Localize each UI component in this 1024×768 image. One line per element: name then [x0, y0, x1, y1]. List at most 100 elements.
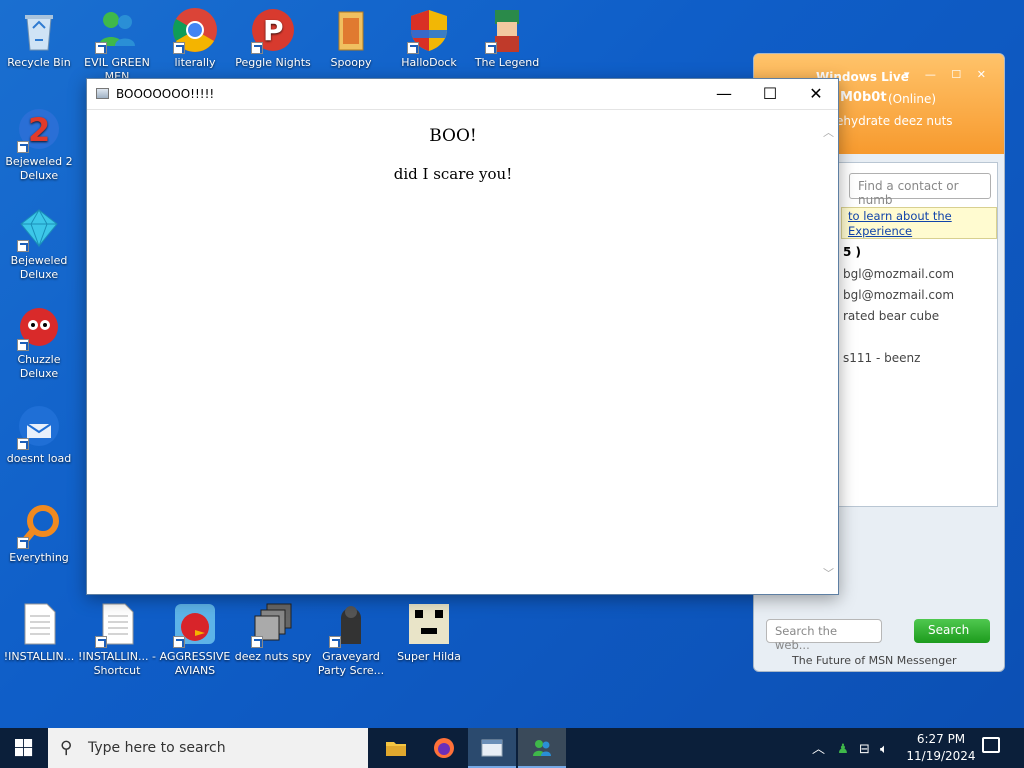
contact-item[interactable]: s111 - beenz [843, 351, 920, 365]
contact-group-header[interactable]: 5 ) [843, 245, 861, 259]
desktop-icon-peggle-nights[interactable]: P Peggle Nights [234, 6, 312, 70]
magnifier-icon [15, 501, 63, 549]
shortcut-arrow-icon [407, 42, 419, 54]
msn-people-icon [533, 740, 551, 756]
desktop-icon-everything[interactable]: Everything [0, 501, 78, 565]
contact-item[interactable]: rated bear cube [843, 309, 939, 323]
app-window-icon [481, 739, 503, 757]
text-file-icon [93, 600, 141, 648]
msn-status[interactable]: (Online) [888, 92, 936, 106]
desktop-icon-installing-shortcut[interactable]: !INSTALLIN... - Shortcut [78, 600, 156, 678]
web-search-input[interactable]: Search the web... [766, 619, 882, 652]
dialog-title: BOOOOOOO!!!!! [116, 87, 215, 101]
shortcut-arrow-icon [173, 636, 185, 648]
dialog-content: BOO! did I scare you! ︿ ﹀ [87, 110, 838, 594]
icon-label: Recycle Bin [7, 56, 71, 69]
msn-window-controls[interactable]: ▾ — ☐ ✕ [904, 68, 992, 81]
network-icon[interactable]: ⊟ [859, 742, 870, 757]
msn-personal-message[interactable]: ehydrate deez nuts [836, 114, 953, 128]
folder-icon [386, 742, 406, 756]
taskbar-clock[interactable]: 6:27 PM 11/19/2024 [906, 731, 976, 765]
shortcut-arrow-icon [95, 636, 107, 648]
desktop-icon-recycle-bin[interactable]: Recycle Bin [0, 6, 78, 70]
icon-label: The Legend [474, 56, 540, 69]
banner-link-line1[interactable]: to learn about the [848, 209, 990, 224]
scroll-up-icon[interactable]: ︿ [823, 124, 834, 140]
svg-text:2: 2 [28, 111, 50, 149]
shield-icon [405, 6, 453, 54]
msn-people-icon [93, 6, 141, 54]
find-contact-input[interactable]: Find a contact or numb [849, 173, 991, 207]
close-button[interactable]: ✕ [793, 79, 839, 109]
shortcut-arrow-icon [17, 438, 29, 450]
maximize-button[interactable]: ☐ [747, 79, 793, 109]
system-tray: ︿ ♟ ⊟ 🔈︎ [812, 738, 888, 757]
desktop-icon-evil-green-men[interactable]: EVIL GREEN MEN [78, 6, 156, 84]
taskbar-firefox[interactable] [420, 728, 468, 768]
text-file-icon [15, 600, 63, 648]
icon-label: Bejeweled 2 Deluxe [5, 155, 73, 182]
peggle-icon: P [249, 6, 297, 54]
shortcut-arrow-icon [17, 537, 29, 549]
taskbar-file-explorer[interactable] [372, 728, 420, 768]
taskbar-msn[interactable] [518, 728, 566, 768]
icon-label: AGGRESSIVE AVIANS [159, 650, 231, 677]
recycle-bin-icon [15, 6, 63, 54]
minimize-button[interactable]: — [701, 79, 747, 109]
desktop-icon-bejeweled[interactable]: Bejeweled Deluxe [0, 204, 78, 282]
desktop-icon-aggressive-avians[interactable]: AGGRESSIVE AVIANS [156, 600, 234, 678]
msn-banner[interactable]: to learn about the Experience [841, 207, 997, 239]
clock-time: 6:27 PM [916, 732, 966, 746]
contact-item[interactable]: bgl@mozmail.com [843, 267, 954, 281]
icon-label: HalloDock [401, 56, 457, 69]
shortcut-arrow-icon [173, 42, 185, 54]
desktop-icon-deez-nuts-spy[interactable]: deez nuts spy [234, 600, 312, 664]
icon-label: Spoopy [330, 56, 372, 69]
thunderbird-icon [15, 402, 63, 450]
banner-link-line2[interactable]: Experience [848, 224, 990, 239]
icon-label: Peggle Nights [235, 56, 311, 69]
taskbar-boo-app[interactable] [468, 728, 516, 768]
notification-icon[interactable] [982, 737, 1000, 753]
shortcut-arrow-icon [95, 42, 107, 54]
show-hidden-icons-icon[interactable]: ︿ [812, 742, 825, 757]
bejeweled-2-icon: 2 [15, 105, 63, 153]
icon-label: Everything [9, 551, 69, 564]
stacked-windows-icon [249, 600, 297, 648]
msn-username[interactable]: M0b0t [840, 90, 887, 105]
icon-label: !INSTALLIN... [3, 650, 75, 663]
desktop-icon-installing[interactable]: !INSTALLIN... [0, 600, 78, 664]
desktop-icon-the-legend[interactable]: The Legend [468, 6, 546, 70]
icon-label: Super Hilda [397, 650, 461, 663]
dialog-heading: BOO! [429, 126, 477, 146]
icon-label: Chuzzle Deluxe [17, 353, 61, 380]
shortcut-arrow-icon [251, 42, 263, 54]
windows-logo-icon [15, 739, 33, 757]
msn-tray-icon[interactable]: ♟ [837, 742, 849, 757]
desktop-icon-literally[interactable]: literally [156, 6, 234, 70]
msn-footer-text: The Future of MSN Messenger [792, 654, 957, 667]
icon-label: literally [174, 56, 216, 69]
volume-icon[interactable]: 🔈︎ [880, 742, 888, 757]
boo-dialog-window[interactable]: BOOOOOOO!!!!! — ☐ ✕ BOO! did I scare you… [86, 78, 839, 595]
desktop-icon-chuzzle[interactable]: Chuzzle Deluxe [0, 303, 78, 381]
icon-label: !INSTALLIN... - Shortcut [78, 650, 156, 677]
desktop-icon-hallodock[interactable]: HalloDock [390, 6, 468, 70]
dialog-title-bar[interactable]: BOOOOOOO!!!!! — ☐ ✕ [87, 79, 838, 110]
scroll-down-icon[interactable]: ﹀ [823, 565, 834, 581]
desktop-icon-doesnt-load[interactable]: doesnt load [0, 402, 78, 466]
web-search-button[interactable]: Search [914, 619, 990, 643]
desktop-icon-bejeweled-2[interactable]: 2 Bejeweled 2 Deluxe [0, 105, 78, 183]
start-button[interactable] [0, 728, 48, 768]
contact-item[interactable]: bgl@mozmail.com [843, 288, 954, 302]
desktop-icon-super-hilda[interactable]: Super Hilda [390, 600, 468, 664]
chrome-icon [171, 6, 219, 54]
svg-text:P: P [263, 14, 284, 47]
shortcut-arrow-icon [329, 636, 341, 648]
desktop-icon-graveyard-party[interactable]: Graveyard Party Scre... [312, 600, 390, 678]
taskbar-search-box[interactable]: ⚲ Type here to search [48, 728, 368, 768]
icon-label: doesnt load [6, 452, 72, 465]
desktop-icon-spoopy[interactable]: Spoopy [312, 6, 390, 70]
search-icon: ⚲ [60, 738, 73, 758]
icon-label: Graveyard Party Scre... [317, 650, 385, 677]
